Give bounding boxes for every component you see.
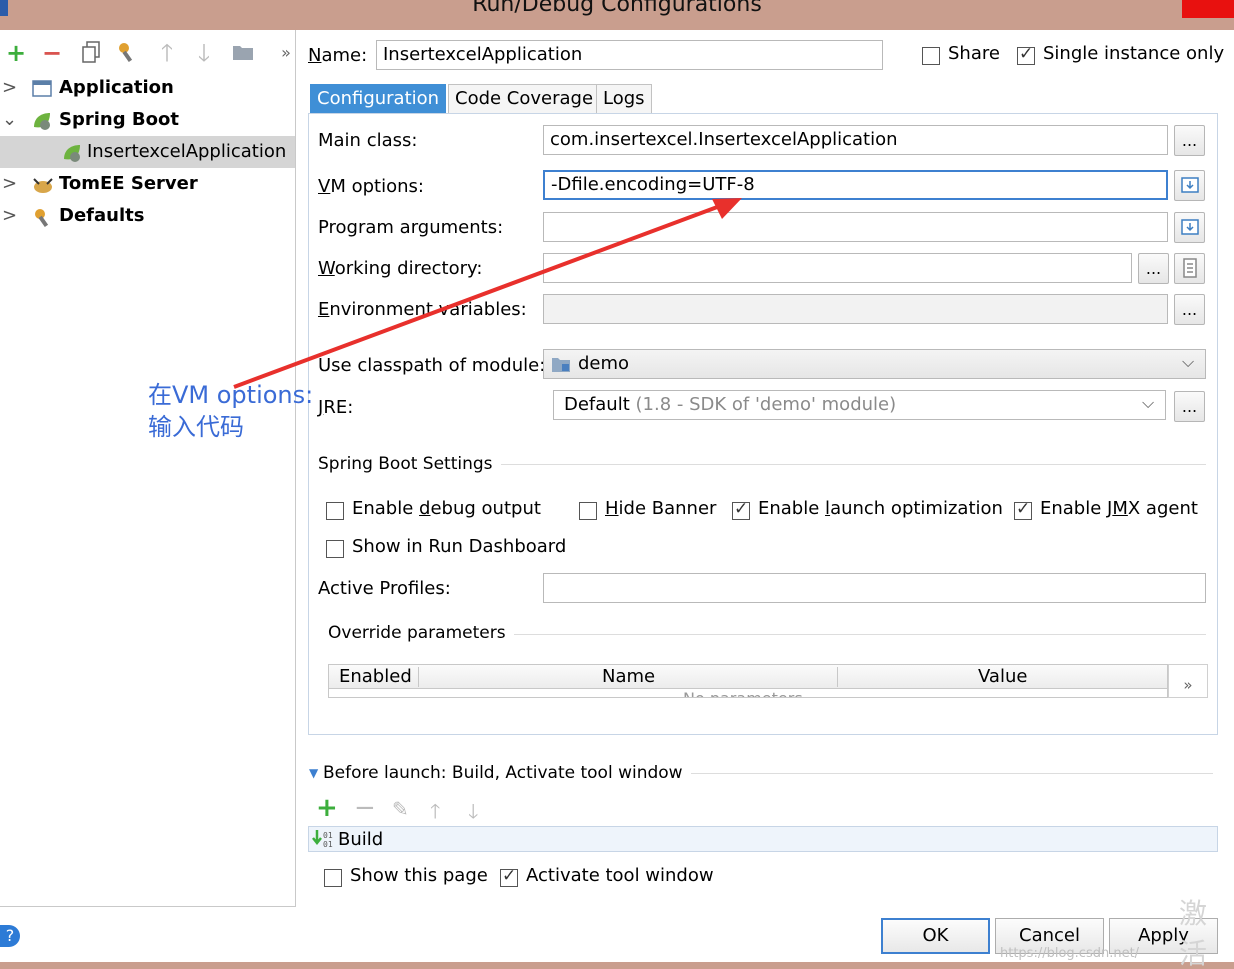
- annotation-text-line2: 输入代码: [148, 413, 244, 441]
- annotation-text-line1: 在VM options:: [148, 381, 314, 409]
- annotation-arrow: [233, 198, 742, 389]
- annotation-arrow-line: [233, 201, 729, 389]
